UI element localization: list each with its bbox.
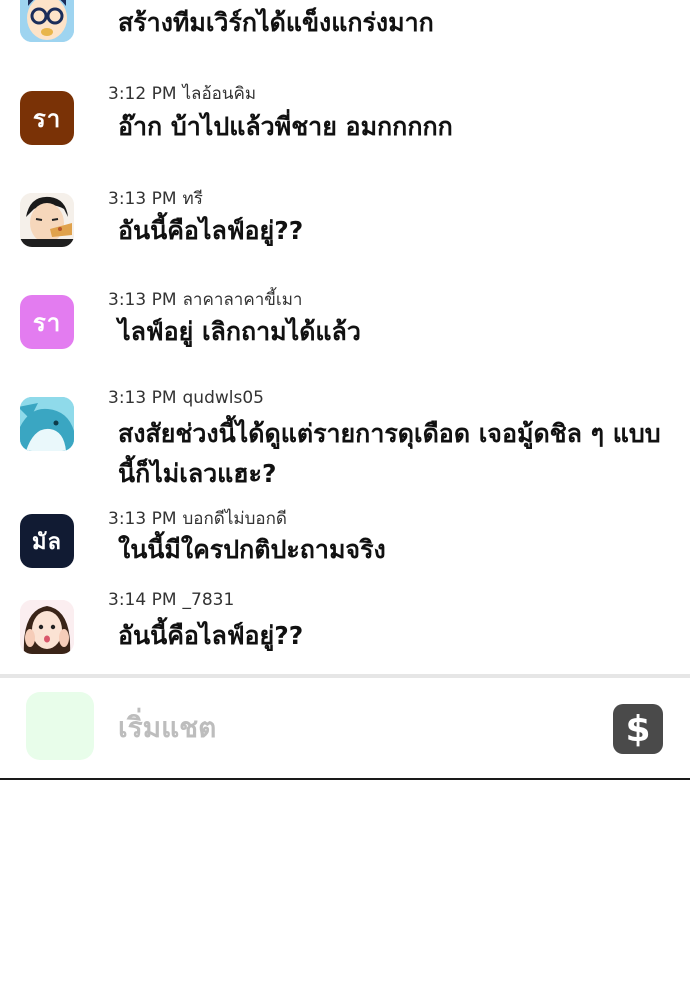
message-username[interactable]: ทรี [183,189,203,209]
avatar-initials: รา [32,104,62,133]
message-text: อันนี้คือไลฟ์อยู่?? [118,216,304,245]
message-meta: 3:13 PM บอกดีไม่บอกดี [108,505,287,532]
chat-message-list[interactable]: สร้างทีมเวิร์กได้แข็งแกร่งมาก รา 3:12 PM… [0,0,690,672]
chat-message: 3:14 PM _7831 อันนี้คือไลฟ์อยู่?? [0,590,690,672]
dollar-icon[interactable]: $ [613,704,663,754]
chat-composer: เริ่มแชต $ [0,678,690,778]
eating-man-icon[interactable] [20,193,74,247]
chat-screen: สร้างทีมเวิร์กได้แข็งแกร่งมาก รา 3:12 PM… [0,0,690,1000]
message-username[interactable]: qudwls05 [183,388,264,408]
input-fade-overlay [222,698,332,754]
avatar-initials: รา [32,308,62,337]
chat-message: รา 3:12 PM ไลอ้อนคิม อ๊าก บ้าไปแล้วพี่ชาย… [0,78,690,168]
message-meta: 3:13 PM ทรี [108,185,203,212]
message-username[interactable]: ไลอ้อนคิม [183,84,257,104]
chat-message: 3:13 PM qudwls05 สงสัยช่วงนี้ได้ดูแต่รายก… [0,386,690,498]
chat-message: 3:13 PM ทรี อันนี้คือไลฟ์อยู่?? [0,183,690,273]
message-time: 3:13 PM [108,189,177,209]
bottom-divider [0,778,690,780]
message-text: อ๊าก บ้าไปแล้วพี่ชาย อมกกกกก [118,112,453,141]
chat-input[interactable]: เริ่มแชต [118,706,216,750]
message-meta: 3:13 PM qudwls05 [108,388,264,408]
message-meta: 3:12 PM ไลอ้อนคิม [108,80,256,107]
message-time: 3:14 PM [108,590,177,610]
message-meta: 3:13 PM ลาคาลาคาขี้เมา [108,286,302,313]
message-text: ไลฟ์อยู่ เลิกถามได้แล้ว [118,317,361,346]
message-meta: 3:14 PM _7831 [108,590,234,610]
message-time: 3:13 PM [108,388,177,408]
message-username[interactable]: ลาคาลาคาขี้เมา [183,290,303,310]
donate-symbol: $ [625,708,651,750]
chat-message: สร้างทีมเวิร์กได้แข็งแกร่งมาก [0,0,690,60]
glasses-face-icon[interactable] [20,0,74,42]
message-time: 3:12 PM [108,84,177,104]
message-username[interactable]: _7831 [183,590,235,610]
message-text: สร้างทีมเวิร์กได้แข็งแกร่งมาก [118,8,434,37]
user-avatar[interactable]: มัล [20,514,74,568]
surprised-girl-icon[interactable] [20,600,74,654]
chat-message: มัล 3:13 PM บอกดีไม่บอกดี ในนี้มีใครปกติป… [0,503,690,593]
sticker-button[interactable] [26,692,94,760]
message-text: ในนี้มีใครปกติปะถามจริง [118,535,386,564]
avatar-initials: มัล [32,529,62,555]
message-time: 3:13 PM [108,290,177,310]
message-username[interactable]: บอกดีไม่บอกดี [183,509,287,529]
message-time: 3:13 PM [108,509,177,529]
message-text: อันนี้คือไลฟ์อยู่?? [118,621,304,650]
message-text: สงสัยช่วงนี้ได้ดูแต่รายการดุเดือด เจอมู้… [118,419,661,488]
user-avatar[interactable]: รา [20,295,74,349]
whale-icon[interactable] [20,397,74,451]
user-avatar[interactable]: รา [20,91,74,145]
chat-message: รา 3:13 PM ลาคาลาคาขี้เมา ไลฟ์อยู่ เลิกถา… [0,284,690,374]
